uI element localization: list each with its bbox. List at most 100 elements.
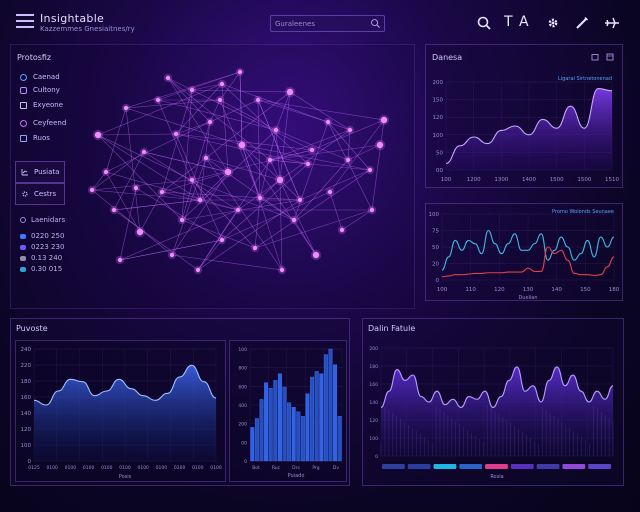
bar — [250, 427, 255, 462]
legend-item: 0220 250 — [20, 232, 64, 240]
network-node — [219, 81, 225, 87]
x-tick-label: 0100 — [65, 465, 77, 471]
network-edge — [161, 191, 301, 201]
network-edge — [239, 71, 243, 146]
network-edge — [293, 121, 329, 221]
x-tick-label: 1200 — [467, 177, 481, 183]
search-icon[interactable] — [476, 15, 492, 31]
network-node — [297, 197, 303, 203]
color-swatch — [382, 464, 405, 469]
menu-icon[interactable] — [16, 14, 34, 28]
x-tick-label: Dv — [333, 465, 339, 471]
network-node — [291, 217, 297, 223]
bar — [282, 386, 287, 462]
network-node — [252, 245, 258, 251]
x-tick-label: 0100 — [156, 465, 168, 471]
network-edge — [181, 89, 193, 221]
network-edge — [341, 209, 373, 231]
ring-icon — [20, 119, 27, 127]
x-tick-label: 0100 — [83, 465, 95, 471]
bar — [314, 371, 319, 462]
panel-title: Dalin Fatule — [368, 324, 416, 333]
network-edge — [279, 179, 283, 271]
network-node — [367, 167, 373, 173]
network-node — [224, 168, 232, 176]
legend-item[interactable]: Cultony — [20, 86, 60, 94]
x-tick-label: 1300 — [494, 177, 508, 183]
network-node — [273, 127, 279, 133]
x-tick-label: 1400 — [522, 177, 536, 183]
y-tick-label: 50 — [436, 150, 443, 156]
gear-icon[interactable] — [545, 15, 561, 31]
network-edge — [139, 191, 163, 233]
x-tick-label: Drs — [292, 465, 300, 471]
x-tick-label: 150 — [580, 287, 591, 293]
swatch — [20, 244, 26, 250]
x-tick-label: 0200 — [174, 465, 186, 471]
settings-button[interactable]: Cestrs — [15, 183, 65, 205]
y-tick-label: 150 — [433, 98, 444, 104]
network-node — [197, 197, 203, 203]
panel-title: Protosfiz — [17, 53, 52, 62]
y-tick-label: 00 — [241, 440, 247, 446]
swatch — [20, 255, 26, 261]
chart-icon — [21, 169, 28, 176]
y-tick-label: 180 — [369, 364, 378, 370]
x-tick-label: 130 — [523, 287, 534, 293]
bar — [264, 382, 269, 462]
bar — [273, 380, 278, 462]
y-tick-label: 400 — [238, 403, 247, 409]
network-node — [380, 116, 388, 124]
bar — [291, 407, 296, 462]
network-node — [89, 187, 95, 193]
network-node — [312, 251, 320, 259]
network-edge — [97, 83, 223, 136]
network-node — [94, 131, 102, 139]
calendar-icon[interactable] — [591, 53, 599, 61]
text-tool-button[interactable]: T A — [504, 14, 530, 30]
x-axis-label: Posis — [119, 474, 132, 480]
bar — [323, 354, 328, 462]
network-node — [219, 237, 225, 243]
network-node — [369, 207, 375, 213]
legend-item[interactable]: Caenad — [20, 73, 60, 81]
pen-icon[interactable] — [574, 15, 590, 31]
network-node — [255, 97, 261, 103]
person-icon — [20, 86, 27, 94]
bar — [259, 399, 264, 462]
color-swatch — [588, 464, 611, 469]
x-tick-label: 1510 — [605, 177, 619, 183]
legend-label: Promo Wolonds Seunaee — [552, 209, 614, 215]
square-icon — [20, 134, 27, 142]
legend-item: 0.30 015 — [20, 265, 62, 273]
x-tick-label: Bot — [252, 465, 260, 471]
network-edge — [97, 134, 201, 201]
plane-icon[interactable] — [604, 15, 620, 31]
network-edge — [105, 171, 239, 211]
color-swatch — [485, 464, 508, 469]
y-tick-label: 240 — [21, 347, 32, 353]
network-graph[interactable] — [80, 60, 415, 300]
network-edge — [221, 191, 331, 241]
y-tick-label: 200 — [238, 422, 247, 428]
network-edge — [171, 254, 283, 271]
legend-item[interactable]: Ruos — [20, 134, 50, 142]
x-tick-label: 1500 — [577, 177, 591, 183]
expand-icon[interactable] — [606, 53, 614, 61]
network-edge — [289, 91, 351, 131]
panel-title: Danesa — [432, 53, 463, 62]
network-node — [305, 161, 311, 167]
search-icon[interactable] — [370, 18, 381, 29]
y-tick-label: 140 — [369, 400, 378, 406]
network-node — [207, 119, 213, 125]
search-input[interactable] — [275, 18, 367, 30]
color-swatch — [562, 464, 586, 469]
network-node — [203, 155, 209, 161]
legend-item[interactable]: Ceyfeend — [20, 119, 66, 127]
top-bar: Insightable Kazzemmes Gnesiaitnes/ry T A — [0, 0, 640, 46]
bar — [333, 364, 338, 462]
legend-item[interactable]: Exyeone — [20, 101, 63, 109]
chart-button[interactable]: Pusiata — [15, 161, 65, 183]
app-subtitle: Kazzemmes Gnesiaitnes/ry — [40, 25, 135, 33]
x-tick-label: 0100 — [210, 465, 222, 471]
